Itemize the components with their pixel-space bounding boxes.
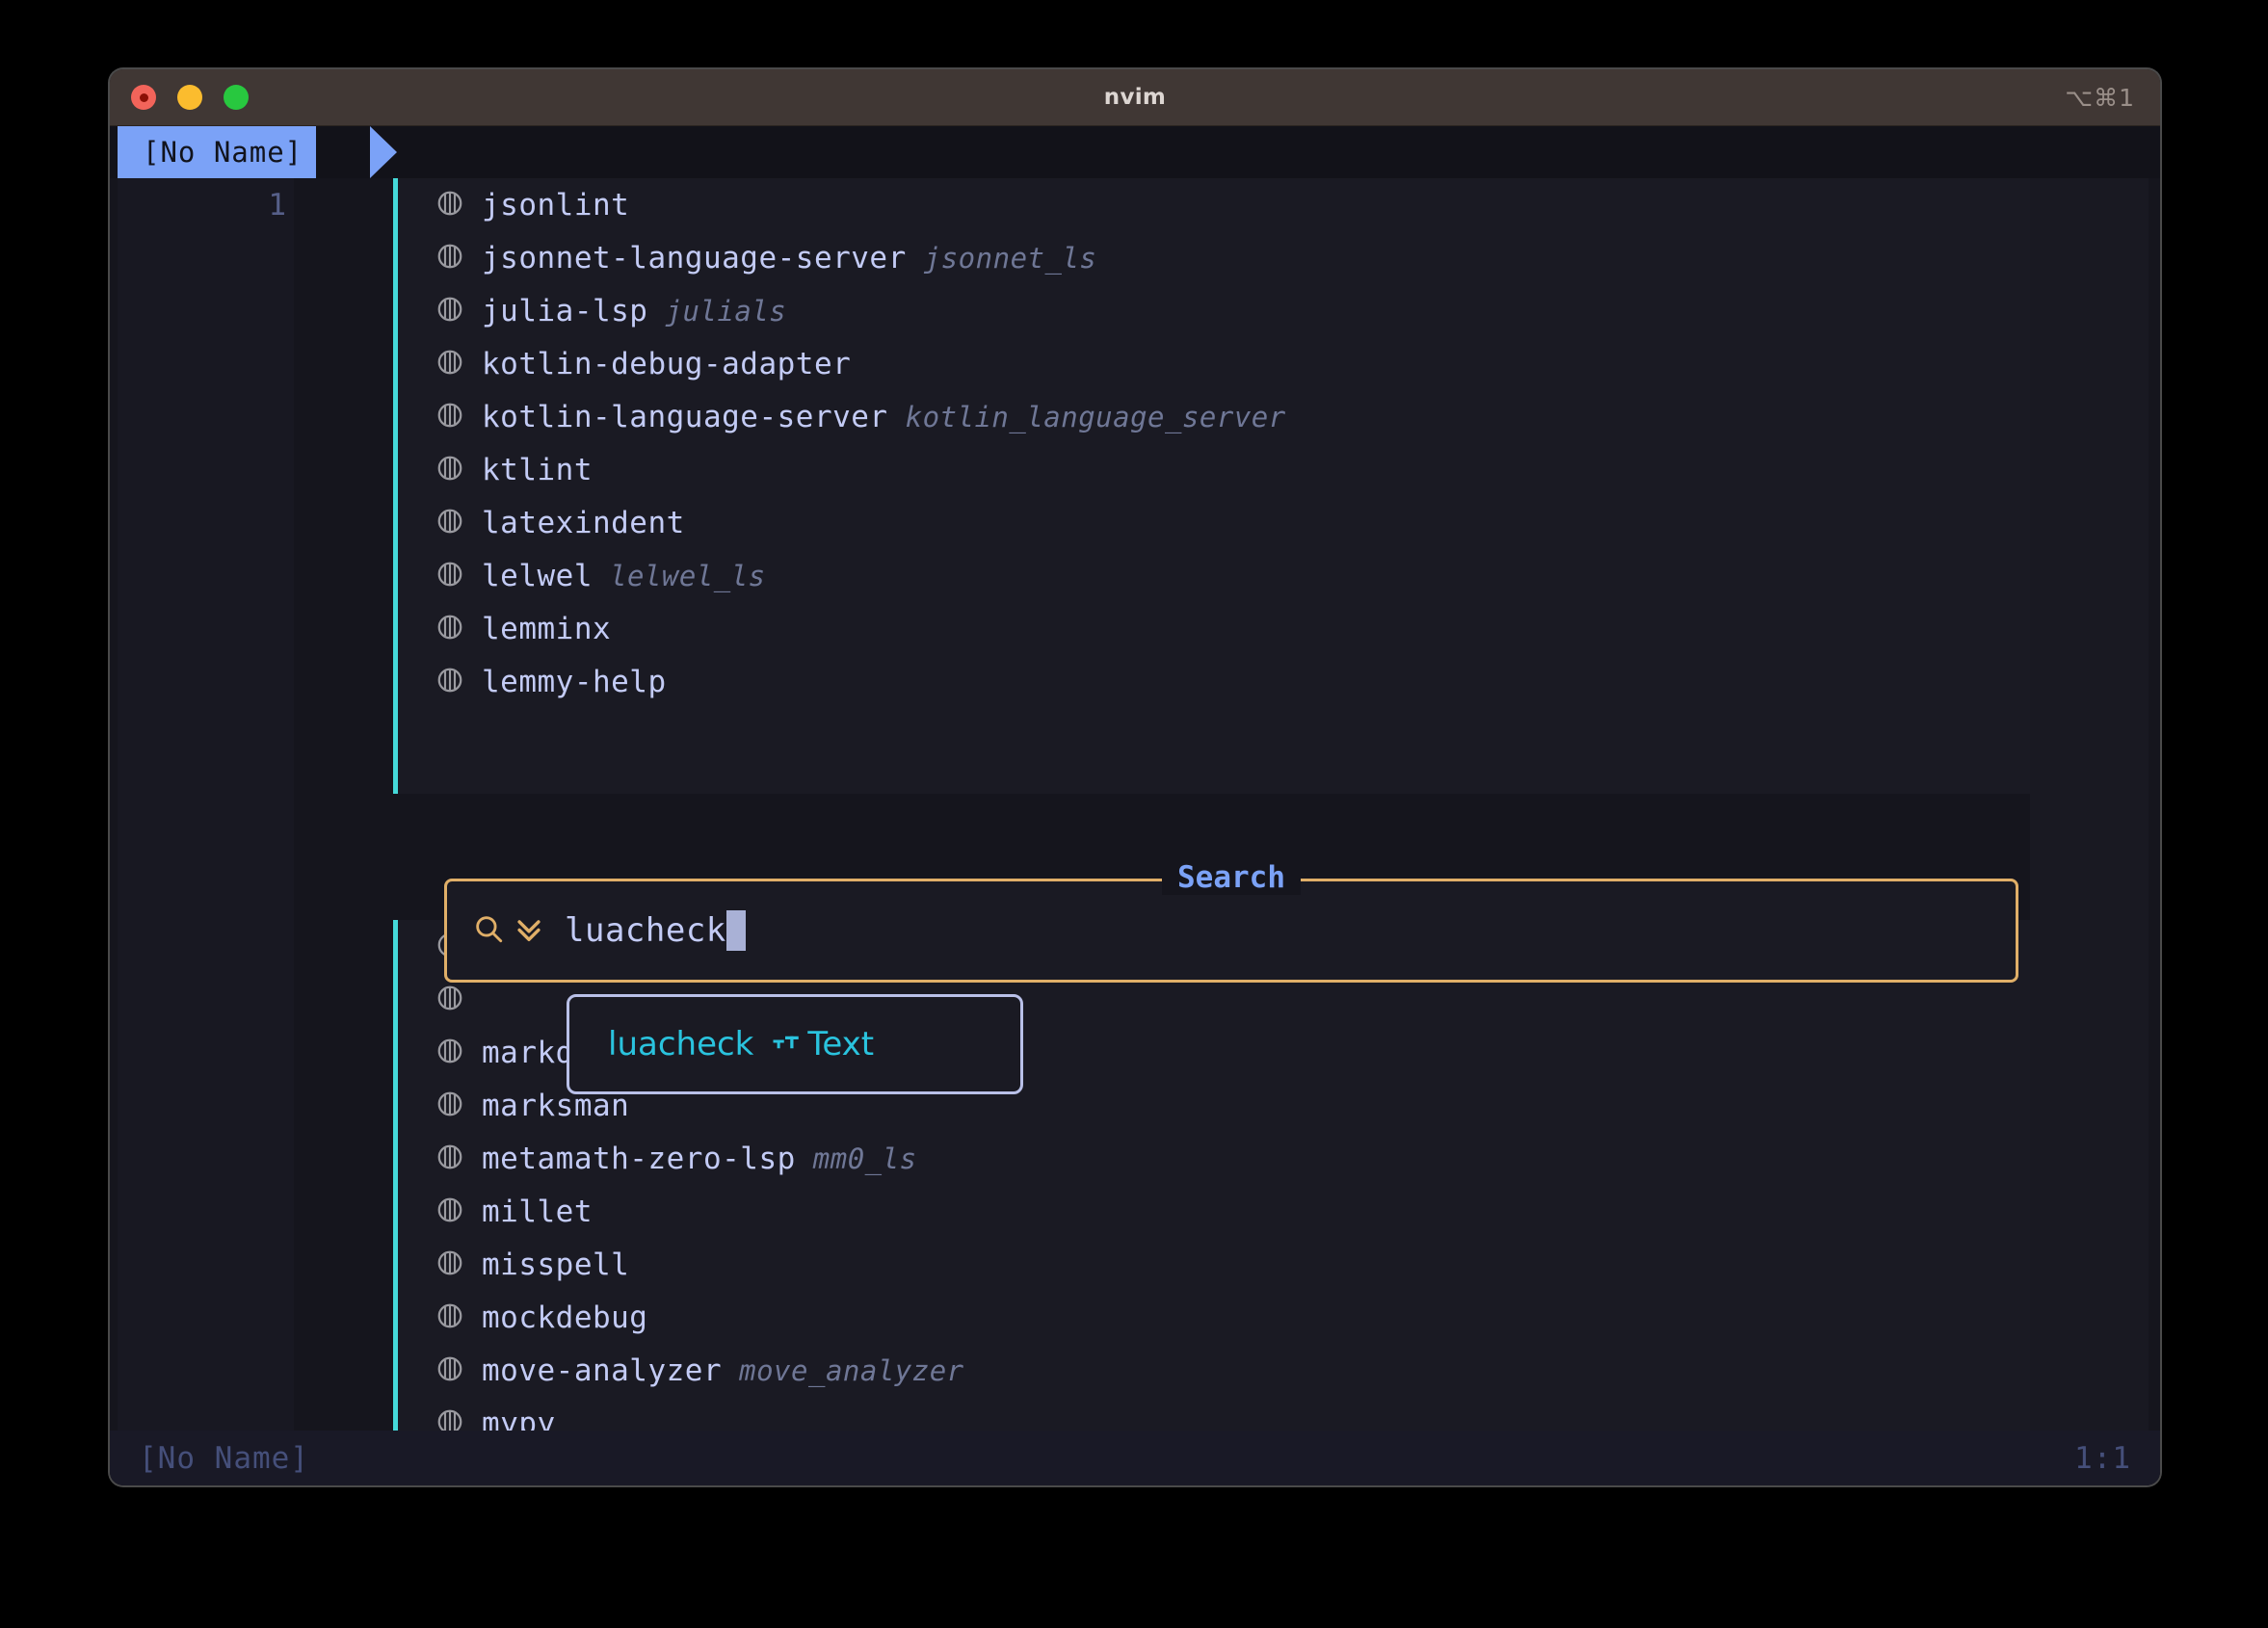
package-icon: [435, 666, 482, 698]
package-icon: [437, 1144, 462, 1168]
package-icon: [437, 509, 462, 533]
package-name: kotlin-language-server: [482, 399, 888, 434]
package-icon: [437, 1038, 462, 1063]
package-name: millet: [482, 1194, 593, 1229]
package-list-item[interactable]: lemminx: [435, 602, 2030, 655]
package-list-item[interactable]: millet: [435, 1185, 2030, 1238]
editor-area: [No Name] 1 jsonlint jsonnet-language-ser…: [110, 126, 2160, 1485]
text-kind-icon: [771, 1028, 800, 1061]
package-icon: [437, 297, 462, 321]
package-alias: julials: [665, 294, 787, 328]
package-icon: [435, 1090, 482, 1122]
package-icon: [435, 295, 482, 328]
window-shortcut-hint: ⌥⌘1: [2065, 83, 2135, 112]
package-list-item[interactable]: lemmy-help: [435, 655, 2030, 708]
package-name: mockdebug: [482, 1300, 648, 1335]
package-icon: [435, 1195, 482, 1228]
package-icon: [435, 1248, 482, 1281]
package-list-item[interactable]: lelwel lelwel_ls: [435, 549, 2030, 602]
package-icon: [435, 1301, 482, 1334]
package-icon: [437, 350, 462, 374]
package-icon: [437, 1356, 462, 1380]
line-number-gutter: 1: [110, 178, 393, 1431]
package-name: lemminx: [482, 611, 612, 646]
double-chevron-down-icon: [513, 912, 545, 949]
package-icon: [435, 1037, 482, 1069]
completion-item-kind: Text: [807, 1025, 875, 1063]
package-name: jsonlint: [482, 187, 630, 223]
package-name: julia-lsp: [482, 293, 648, 328]
package-alias: move_analyzer: [739, 1353, 964, 1387]
search-input-value[interactable]: luacheck: [565, 911, 726, 950]
package-alias: lelwel_ls: [609, 559, 766, 592]
package-icon: [437, 615, 462, 639]
right-pad-column: [2030, 178, 2160, 1431]
package-name: latexindent: [482, 505, 685, 540]
package-icon: [435, 1354, 482, 1387]
package-icon: [437, 1303, 462, 1327]
package-icon: [437, 1250, 462, 1274]
package-name: ktlint: [482, 452, 593, 487]
window-title: nvim: [1103, 85, 1167, 110]
tab-no-name[interactable]: [No Name]: [118, 126, 317, 178]
package-icon: [435, 560, 482, 592]
package-name: jsonnet-language-server: [482, 240, 907, 276]
package-list-item[interactable]: kotlin-language-server kotlin_language_se…: [435, 390, 2030, 443]
package-icon: [437, 1197, 462, 1221]
search-box[interactable]: Search luacheck: [444, 860, 2018, 983]
package-list-item[interactable]: kotlin-debug-adapter: [435, 337, 2030, 390]
package-list-item[interactable]: ktlint: [435, 443, 2030, 496]
magnifier-icon: [472, 912, 505, 949]
package-alias: jsonnet_ls: [923, 241, 1097, 275]
package-icon: [435, 984, 482, 1016]
tabline: [No Name]: [110, 126, 2160, 178]
package-icon: [437, 403, 462, 427]
package-alias: mm0_ls: [812, 1142, 917, 1175]
package-name: kotlin-debug-adapter: [482, 346, 852, 381]
package-icon: [435, 507, 482, 539]
package-icon: [437, 244, 462, 268]
package-icon: [435, 348, 482, 381]
package-list-item[interactable]: jsonlint: [435, 178, 2030, 231]
statusline: [No Name] 1:1: [110, 1431, 2160, 1485]
package-alias: kotlin_language_server: [905, 400, 1286, 433]
package-list-item[interactable]: metamath-zero-lsp mm0_ls: [435, 1132, 2030, 1185]
package-icon: [437, 1091, 462, 1116]
package-icon: [437, 191, 462, 215]
package-icon: [435, 242, 482, 275]
package-icon: [437, 562, 462, 586]
package-list-item[interactable]: move-analyzer move_analyzer: [435, 1344, 2030, 1397]
package-list-top: jsonlint jsonnet-language-server jsonnet_l…: [393, 178, 2030, 708]
completion-popup[interactable]: luacheck Text: [567, 994, 1023, 1094]
package-icon: [435, 401, 482, 433]
package-icon: [435, 613, 482, 645]
tab-label: [No Name]: [143, 136, 303, 169]
package-list-item[interactable]: jsonnet-language-server jsonnet_ls: [435, 231, 2030, 284]
package-list-item[interactable]: misspell: [435, 1238, 2030, 1291]
statusline-filename: [No Name]: [139, 1441, 309, 1476]
package-icon: [437, 668, 462, 692]
statusline-position: 1:1: [2074, 1441, 2131, 1476]
package-icon: [435, 1142, 482, 1175]
completion-item-label: luacheck: [608, 1025, 754, 1063]
package-name: metamath-zero-lsp: [482, 1141, 796, 1176]
package-list-item[interactable]: julia-lsp julials: [435, 284, 2030, 337]
package-icon: [437, 985, 462, 1010]
package-name: move-analyzer: [482, 1352, 723, 1388]
line-number: 1: [268, 188, 286, 223]
package-name: lelwel: [482, 558, 593, 593]
package-name: lemmy-help: [482, 664, 667, 699]
package-icon: [437, 456, 462, 480]
package-icon: [435, 189, 482, 222]
window-titlebar: nvim ⌥⌘1: [110, 69, 2160, 126]
package-list-item[interactable]: latexindent: [435, 496, 2030, 549]
nvim-window: nvim ⌥⌘1 [No Name] 1 jsonlint jsonnet-lan…: [110, 69, 2160, 1485]
package-icon: [435, 454, 482, 486]
package-list-item[interactable]: mockdebug: [435, 1291, 2030, 1344]
text-cursor: [725, 910, 746, 951]
package-name: misspell: [482, 1247, 630, 1282]
